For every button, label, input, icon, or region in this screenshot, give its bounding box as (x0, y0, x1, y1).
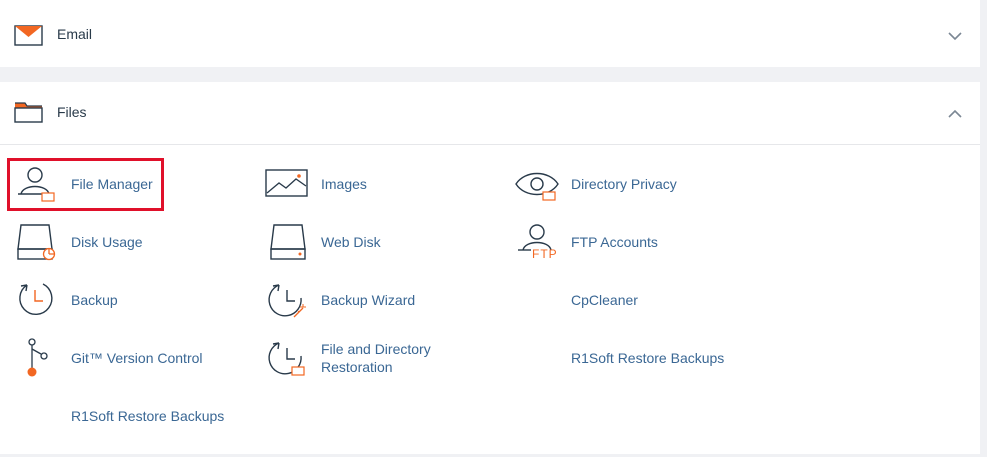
git-version-control-link[interactable]: Git™ Version Control (15, 338, 215, 378)
file-manager-icon (15, 164, 61, 204)
images-icon (265, 164, 311, 204)
images-label: Images (321, 176, 367, 192)
files-section-title: Files (57, 104, 87, 120)
ftp-accounts-label: FTP Accounts (571, 234, 658, 250)
r1soft-restore-backups-label: R1Soft Restore Backups (571, 350, 725, 366)
disk-usage-icon (15, 222, 61, 262)
backup-icon (15, 280, 61, 320)
disk-usage-label: Disk Usage (71, 234, 143, 250)
backup-wizard-link[interactable]: Backup Wizard (265, 280, 425, 320)
disk-usage-link[interactable]: Disk Usage (15, 222, 175, 262)
cpcleaner-link[interactable]: CpCleaner (515, 280, 715, 320)
r1soft-restore-backups-label-2: R1Soft Restore Backups (71, 408, 225, 424)
backup-link[interactable]: Backup (15, 280, 175, 320)
images-link[interactable]: Images (265, 164, 425, 204)
backup-wizard-label: Backup Wizard (321, 292, 416, 308)
folder-icon (14, 100, 44, 124)
email-section: Email (0, 0, 980, 67)
files-section-header[interactable]: Files (0, 82, 980, 145)
email-section-header[interactable]: Email (0, 0, 980, 67)
directory-privacy-icon (515, 164, 561, 204)
backup-label: Backup (71, 292, 118, 308)
email-section-title: Email (57, 26, 93, 42)
file-directory-restoration-label: File and Directory Restoration (321, 340, 431, 376)
file-directory-restoration-link[interactable]: File and Directory Restoration (265, 338, 465, 378)
backup-wizard-icon (265, 280, 311, 320)
cpcleaner-label: CpCleaner (571, 292, 638, 308)
git-version-control-label: Git™ Version Control (71, 350, 203, 366)
envelope-icon (14, 23, 44, 47)
restoration-icon (265, 338, 311, 378)
r1soft-restore-backups-link[interactable]: R1Soft Restore Backups (515, 338, 735, 378)
web-disk-label: Web Disk (321, 234, 381, 250)
web-disk-icon (265, 222, 311, 262)
restoration-label-line1: File and Directory (321, 341, 431, 357)
chevron-up-icon[interactable] (946, 108, 964, 120)
file-manager-link[interactable]: File Manager (15, 164, 175, 204)
r1soft-restore-backups-link-2[interactable]: R1Soft Restore Backups (15, 396, 235, 436)
git-icon (15, 338, 61, 378)
ftp-accounts-link[interactable]: FTP FTP Accounts (515, 222, 715, 262)
ftp-badge: FTP (532, 247, 558, 261)
chevron-down-icon[interactable] (946, 30, 964, 42)
directory-privacy-link[interactable]: Directory Privacy (515, 164, 715, 204)
file-manager-label: File Manager (71, 176, 153, 192)
restoration-label-line2: Restoration (321, 359, 393, 375)
directory-privacy-label: Directory Privacy (571, 176, 677, 192)
web-disk-link[interactable]: Web Disk (265, 222, 425, 262)
